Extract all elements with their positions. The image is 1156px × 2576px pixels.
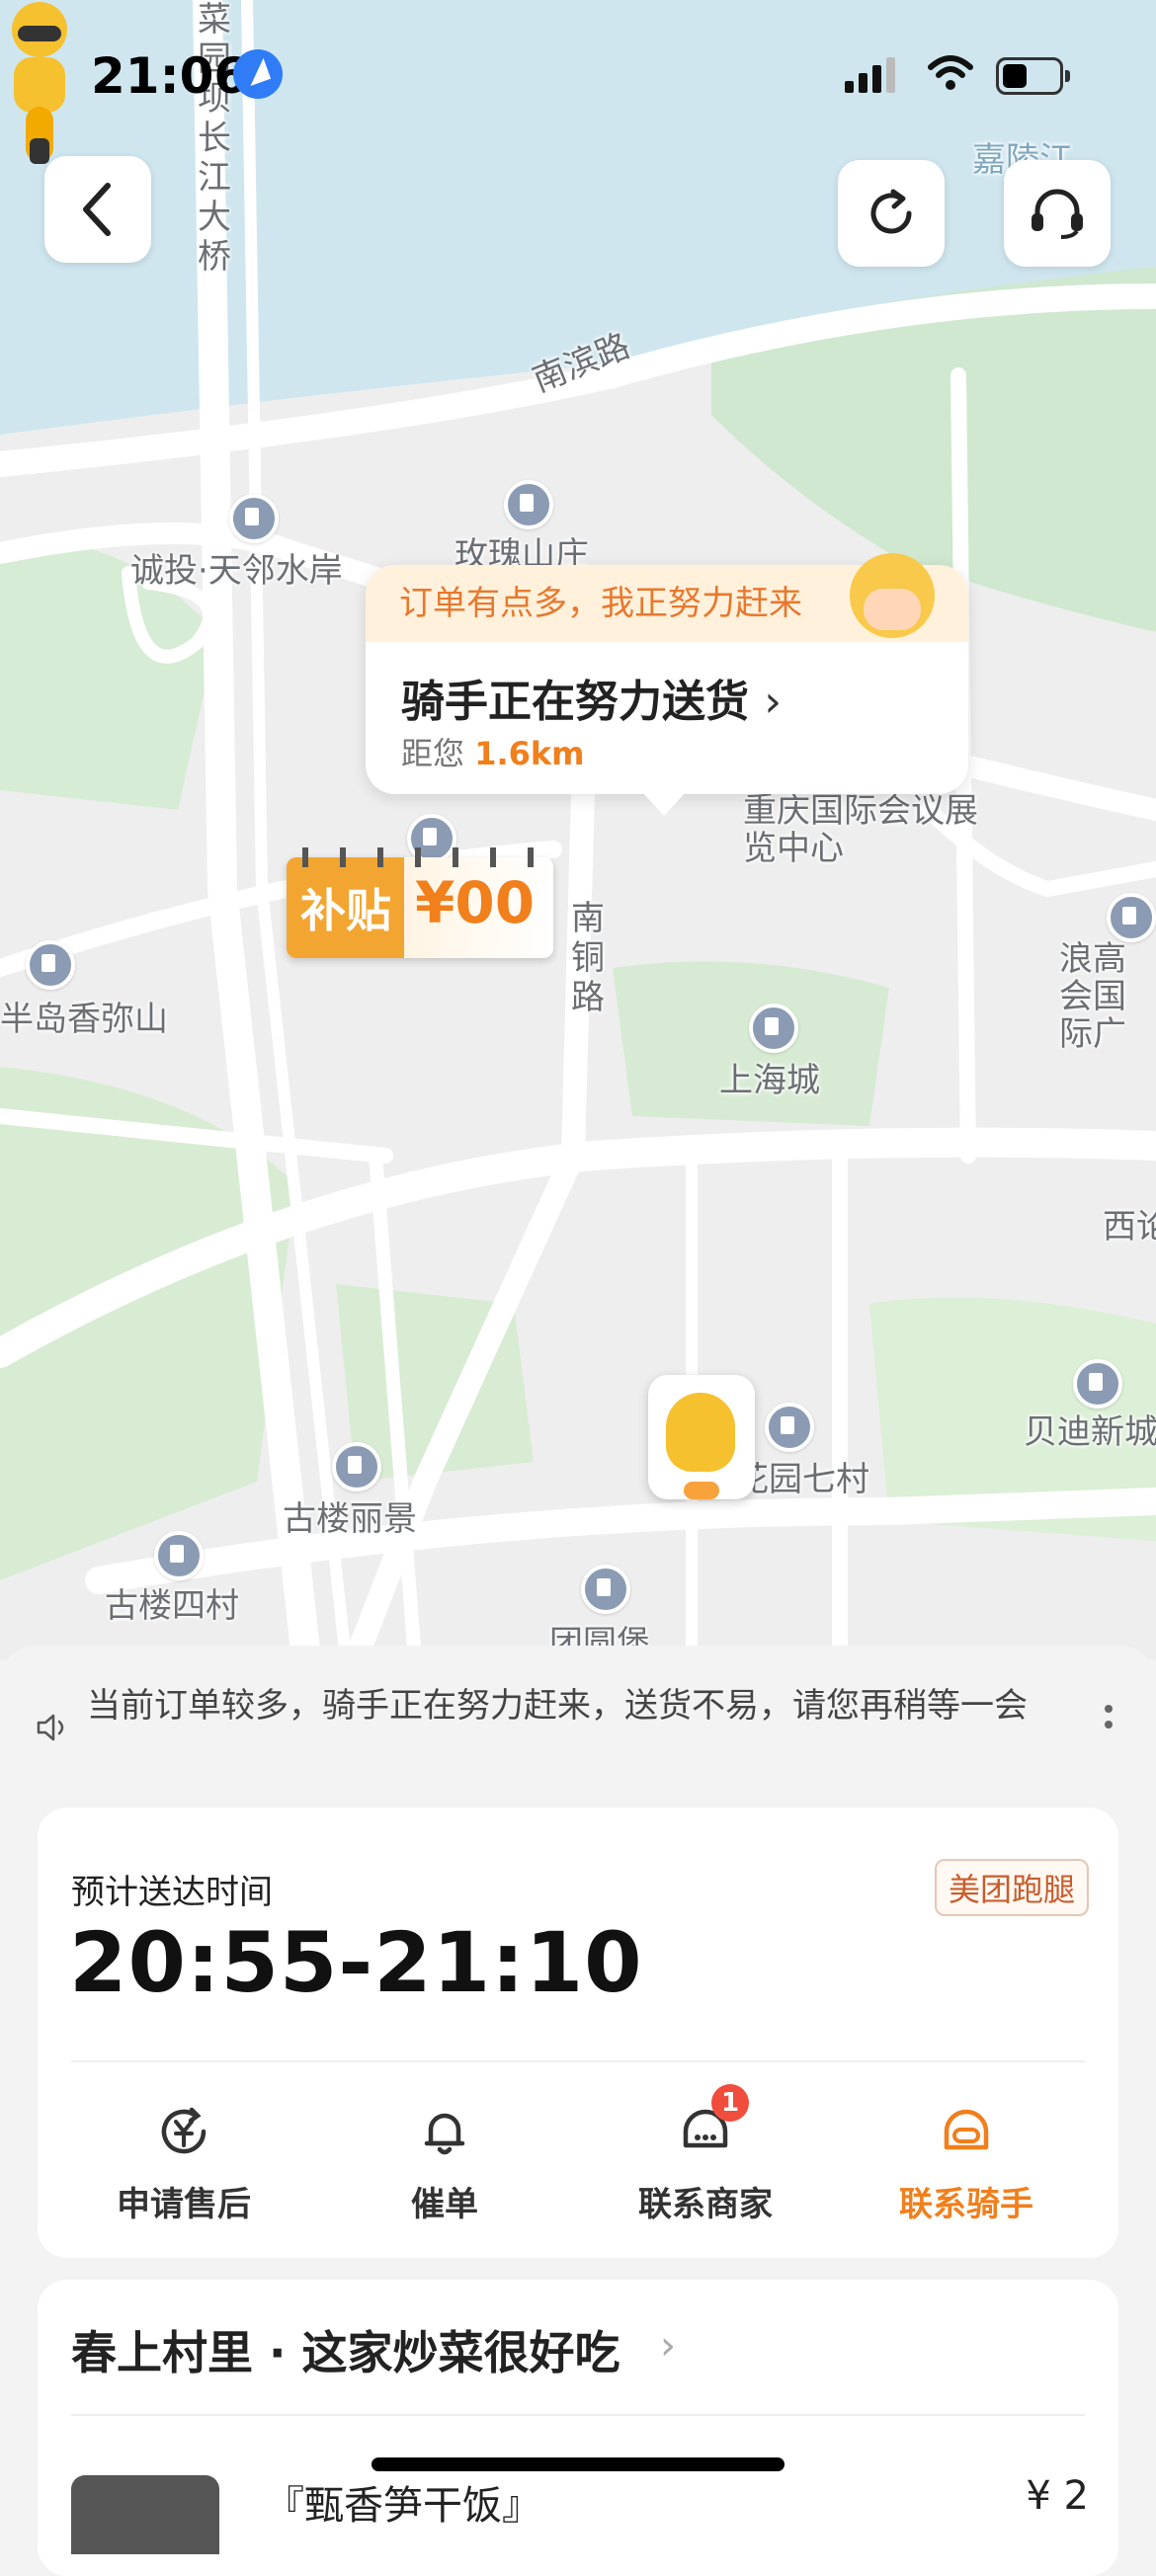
divider [71, 2060, 1085, 2062]
poi-icon [1073, 1359, 1122, 1409]
map-label-expo: 重庆国际会议展览中心 [743, 791, 978, 868]
refresh-button[interactable] [838, 160, 945, 267]
urge-order-button[interactable]: 催单 [346, 2104, 543, 2225]
customer-service-button[interactable] [1004, 160, 1111, 267]
chevron-left-icon [83, 183, 111, 236]
refund-icon [161, 2107, 206, 2154]
subsidy-amount: ¥00 [415, 869, 536, 936]
map-label-peninsula: 半岛香弥山 [0, 1000, 168, 1039]
contact-rider-button[interactable]: 联系骑手 [867, 2104, 1065, 2225]
calendar-rings-icon [302, 847, 539, 867]
divider [71, 2414, 1085, 2416]
bubble-title: 骑手正在努力送货 › [401, 677, 782, 727]
map-label-nantong-road: 南铜路 [571, 899, 605, 1017]
refresh-icon [870, 189, 912, 234]
subsidy-label: 补贴 [300, 884, 391, 937]
location-arrow-icon [233, 49, 283, 99]
rider-distance: 距您 1.6km [401, 735, 585, 772]
map-background [0, 0, 1156, 1659]
home-indicator[interactable] [372, 2457, 784, 2471]
battery-icon [996, 57, 1070, 95]
brand-badge: 美团跑腿 [934, 1859, 1089, 1916]
poi-icon [749, 1004, 798, 1053]
poi-icon [1107, 893, 1156, 942]
map-label-garden: 花园七村 [735, 1460, 869, 1499]
map-label-chengtou: 诚投·天邻水岸 [130, 551, 343, 591]
shop-card[interactable]: 春上村里 · 这家炒菜很好吃 › 『甄香笋干饭』 ¥ 2 [38, 2280, 1118, 2576]
poi-icon [229, 494, 279, 543]
delivery-map[interactable]: 菜园坝长江大桥 嘉陵江 南滨路 诚投·天邻水岸 玫瑰山庄 重庆国际会议展览中心 … [0, 0, 1156, 1659]
rider-avatar-icon [850, 553, 935, 638]
delivery-card: 预计送达时间 20:55-21:10 美团跑腿 申请售后 催单 1 联系商家 联… [38, 1808, 1118, 2258]
wifi-icon [928, 55, 973, 90]
after-sales-button[interactable]: 申请售后 [85, 2104, 283, 2225]
item-thumbnail [71, 2475, 219, 2554]
eta-label: 预计送达时间 [71, 1873, 273, 1912]
map-label-xi: 西论 [1103, 1207, 1156, 1247]
unread-badge: 1 [711, 2084, 749, 2122]
contact-merchant-label: 联系商家 [638, 2185, 773, 2224]
chevron-right-icon: › [660, 2323, 676, 2369]
status-time: 21:06 [91, 47, 249, 105]
destination-marker-icon[interactable] [648, 1375, 755, 1499]
back-button[interactable] [44, 156, 151, 263]
shop-name: 春上村里 · 这家炒菜很好吃 [71, 2326, 620, 2379]
rider-helmet-icon [944, 2109, 989, 2150]
more-options-icon[interactable] [1105, 1705, 1115, 1736]
contact-merchant-button[interactable]: 1 联系商家 [607, 2084, 804, 2225]
map-label-gulou-sicun: 古楼四村 [105, 1586, 239, 1626]
item-name: 『甄香笋干饭』 [265, 2483, 541, 2529]
bell-icon [424, 2113, 465, 2155]
poi-icon [504, 480, 553, 529]
notice-text: 当前订单较多，骑手正在努力赶来，送货不易，请您再稍等一会 [87, 1686, 1028, 1726]
after-sales-label: 申请售后 [117, 2185, 251, 2224]
subsidy-tag[interactable]: 补贴 ¥00 [287, 847, 553, 958]
cellular-signal-icon [845, 57, 900, 93]
poi-icon [581, 1565, 630, 1614]
map-label-shanghai-city: 上海城 [719, 1061, 820, 1100]
eta-time: 20:55-21:10 [69, 1914, 643, 2011]
urge-order-label: 催单 [411, 2185, 478, 2224]
status-bar: 21:06 [0, 0, 1156, 148]
poi-icon [332, 1442, 381, 1491]
contact-rider-label: 联系骑手 [899, 2185, 1033, 2224]
rider-status-bubble[interactable]: 订单有点多，我正努力赶来 骑手正在努力送货 › 距您 1.6km [366, 553, 968, 816]
headset-icon [1032, 189, 1083, 239]
map-label-langgao: 浪高会国际广 [1059, 939, 1126, 1054]
poi-icon [154, 1531, 204, 1580]
poi-icon [765, 1403, 814, 1452]
item-price: ¥ 2 [1026, 2473, 1089, 2519]
map-label-beidi: 贝迪新城 [1024, 1412, 1156, 1452]
poi-icon [26, 940, 75, 990]
chevron-right-icon: › [764, 677, 782, 727]
bubble-tail [642, 792, 686, 816]
map-label-gulou-lijing: 古楼丽景 [283, 1499, 417, 1539]
speaker-icon [37, 1714, 64, 1741]
